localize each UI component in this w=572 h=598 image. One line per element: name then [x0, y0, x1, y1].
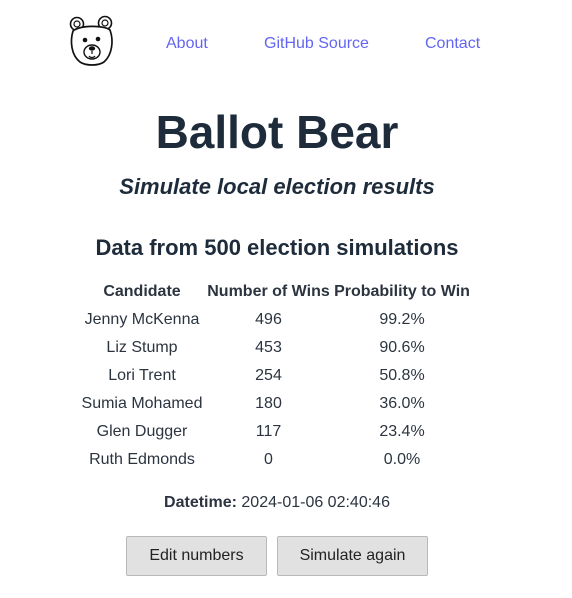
- table-row: Glen Dugger 117 23.4%: [78, 418, 473, 446]
- nav-link-contact[interactable]: Contact: [425, 34, 480, 54]
- win-probability: 90.6%: [379, 339, 425, 356]
- candidate-name: Jenny McKenna: [84, 311, 200, 328]
- nav-link-about[interactable]: About: [166, 34, 208, 54]
- win-count: 117: [255, 423, 282, 440]
- edit-numbers-button[interactable]: Edit numbers: [126, 536, 267, 576]
- table-row: Sumia Mohamed 180 36.0%: [78, 390, 473, 418]
- column-header-probability: Probability to Win: [334, 283, 470, 300]
- win-count: 254: [255, 367, 282, 384]
- page-title: Ballot Bear: [155, 106, 399, 158]
- win-count: 496: [255, 311, 282, 328]
- win-probability: 99.2%: [379, 311, 425, 328]
- table-row: Liz Stump 453 90.6%: [78, 334, 473, 362]
- column-header-wins: Number of Wins: [207, 283, 330, 300]
- win-probability: 0.0%: [383, 451, 421, 468]
- top-nav: About GitHub Source Contact: [0, 0, 572, 90]
- win-count: 0: [264, 451, 273, 468]
- bear-face-icon: [69, 15, 113, 66]
- win-probability: 50.8%: [379, 367, 425, 384]
- simulation-datetime: Datetime: 2024-01-06 02:40:46: [0, 492, 554, 514]
- table-row: Ruth Edmonds 0 0.0%: [78, 446, 473, 474]
- candidate-name: Lori Trent: [108, 367, 176, 384]
- win-probability: 36.0%: [379, 395, 425, 412]
- datetime-value: 2024-01-06 02:40:46: [241, 494, 390, 511]
- win-count: 180: [255, 395, 282, 412]
- column-header-candidate: Candidate: [103, 283, 181, 300]
- table-row: Jenny McKenna 496 99.2%: [78, 306, 473, 334]
- nav-link-github-source[interactable]: GitHub Source: [264, 34, 369, 54]
- candidate-name: Glen Dugger: [96, 423, 188, 440]
- win-count: 453: [255, 339, 282, 356]
- page-subtitle: Simulate local election results: [119, 174, 435, 199]
- table-row: Lori Trent 254 50.8%: [78, 362, 473, 390]
- candidate-name: Liz Stump: [106, 339, 178, 356]
- candidate-name: Sumia Mohamed: [81, 395, 203, 412]
- candidate-name: Ruth Edmonds: [89, 451, 195, 468]
- table-header-row: Candidate Number of Wins Probability to …: [78, 278, 473, 306]
- win-probability: 23.4%: [379, 423, 425, 440]
- simulate-again-button[interactable]: Simulate again: [277, 536, 428, 576]
- datetime-label: Datetime:: [164, 494, 237, 511]
- results-heading: Data from 500 election simulations: [95, 235, 459, 260]
- bear-logo-icon[interactable]: [68, 15, 116, 67]
- results-table: Candidate Number of Wins Probability to …: [78, 278, 473, 474]
